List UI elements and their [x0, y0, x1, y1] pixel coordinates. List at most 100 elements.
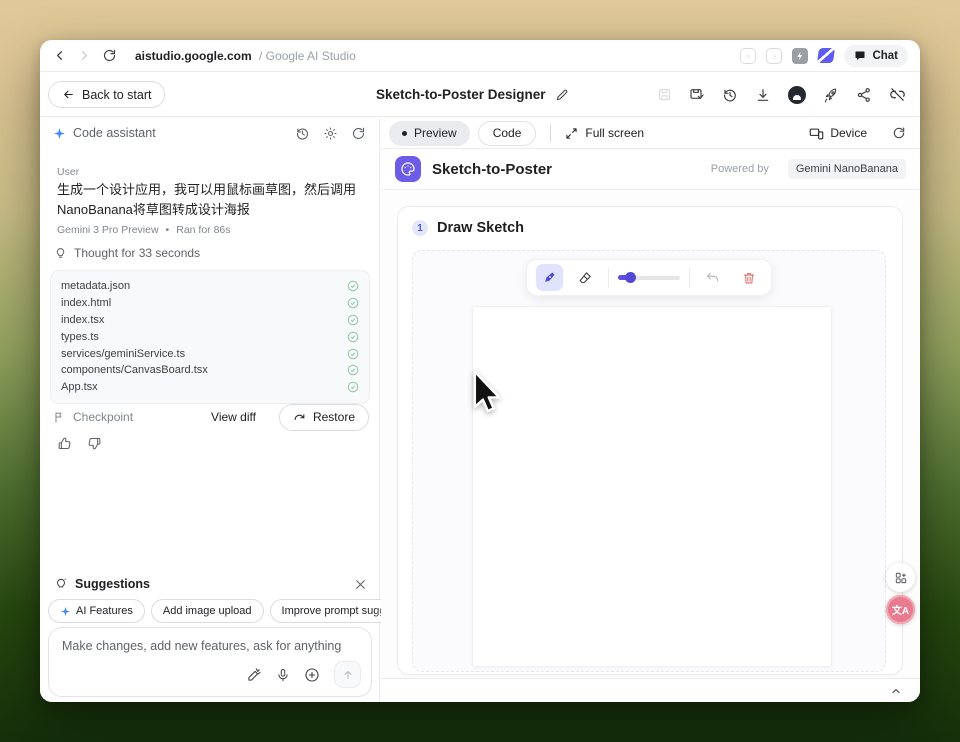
download-icon[interactable]: [755, 87, 771, 103]
tab-preview-label: Preview: [414, 126, 457, 140]
thumb-up-icon[interactable]: [57, 436, 72, 451]
code-assistant-panel: Code assistant User 生成一个设计应用，我可以用鼠标画草图，然…: [40, 118, 380, 702]
powered-by-badge: Gemini NanoBanana: [788, 159, 906, 179]
sparkle-icon: [60, 606, 71, 617]
gemini-extension-icon[interactable]: [817, 48, 835, 63]
file-row[interactable]: types.ts: [61, 328, 359, 345]
reload-icon[interactable]: [102, 48, 117, 63]
lightbulb-icon: [54, 247, 67, 260]
send-arrow-icon: [342, 669, 354, 681]
bolt-extension-icon[interactable]: [792, 48, 808, 64]
apps-grid-floating-button[interactable]: [886, 563, 915, 592]
back-icon[interactable]: [52, 48, 67, 63]
chip-ai-features[interactable]: AI Features: [48, 599, 145, 623]
add-icon[interactable]: [304, 667, 320, 683]
check-icon: [347, 348, 359, 360]
pen-nib-icon: [542, 270, 557, 285]
drawing-toolbar: [526, 259, 772, 296]
preview-refresh-icon[interactable]: [892, 126, 906, 140]
view-diff-button[interactable]: View diff: [211, 410, 256, 424]
console-footer: [381, 678, 920, 702]
file-row[interactable]: index.tsx: [61, 312, 359, 329]
drawing-canvas[interactable]: [472, 306, 832, 667]
thumb-down-icon[interactable]: [87, 436, 102, 451]
thought-summary-toggle[interactable]: Thought for 33 seconds: [54, 246, 200, 260]
file-name: index.tsx: [61, 314, 104, 326]
apps-grid-icon: [894, 571, 908, 585]
panel-history-icon[interactable]: [295, 126, 310, 141]
restore-button[interactable]: Restore: [279, 404, 369, 431]
share-icon[interactable]: [856, 87, 872, 103]
history-icon[interactable]: [722, 87, 738, 103]
device-label: Device: [830, 126, 867, 140]
save-copy-icon[interactable]: [689, 87, 705, 103]
step-title: Draw Sketch: [437, 220, 524, 236]
app-preview-body: 1 Draw Sketch: [381, 190, 920, 678]
brush-size-slider[interactable]: [618, 264, 680, 291]
user-role-label: User: [57, 166, 79, 178]
file-row[interactable]: components/CanvasBoard.tsx: [61, 362, 359, 379]
undo-button[interactable]: [699, 264, 726, 291]
magic-edit-icon[interactable]: [247, 667, 262, 682]
device-selector[interactable]: Device: [809, 126, 867, 141]
file-name: metadata.json: [61, 280, 130, 292]
file-name: index.html: [61, 297, 111, 309]
unlink-icon[interactable]: [889, 86, 906, 103]
collapse-chevron-icon[interactable]: [890, 685, 902, 697]
chat-label: Chat: [872, 50, 898, 62]
full-screen-button[interactable]: Full screen: [565, 126, 644, 140]
extension-icon[interactable]: ›: [740, 48, 756, 64]
pen-tool-button[interactable]: [536, 264, 563, 291]
check-icon: [347, 314, 359, 326]
check-icon: [347, 331, 359, 343]
preview-panel: Preview Code Full screen Device Sketch-: [381, 118, 920, 702]
tab-code[interactable]: Code: [478, 121, 537, 146]
chat-button[interactable]: Chat: [844, 45, 908, 67]
translate-floating-button[interactable]: 文A: [886, 595, 915, 624]
close-suggestions-icon[interactable]: [354, 578, 367, 591]
chip-label: AI Features: [76, 605, 133, 617]
app-title: Sketch-to-Poster: [432, 161, 552, 178]
file-row[interactable]: services/geminiService.ts: [61, 345, 359, 362]
user-message: 生成一个设计应用，我可以用鼠标画草图，然后调用NanoBanana将草图转成设计…: [57, 180, 363, 220]
tab-code-label: Code: [493, 126, 522, 140]
save-icon[interactable]: [657, 87, 672, 102]
forward-icon[interactable]: [77, 48, 92, 63]
chip-label: Add image upload: [163, 605, 252, 617]
eraser-icon: [578, 270, 593, 285]
file-name: services/geminiService.ts: [61, 348, 185, 360]
file-row[interactable]: index.html: [61, 295, 359, 312]
restore-icon: [293, 411, 306, 424]
deploy-rocket-icon[interactable]: [823, 87, 839, 103]
prompt-composer: [48, 627, 372, 697]
back-to-start-button[interactable]: Back to start: [48, 81, 165, 108]
step-number-badge: 1: [412, 220, 428, 236]
panel-refresh-icon[interactable]: [351, 126, 366, 141]
file-row[interactable]: App.tsx: [61, 379, 359, 396]
sparkle-icon: [53, 127, 66, 140]
translate-icon: 文A: [892, 602, 909, 617]
edit-title-icon[interactable]: [555, 88, 569, 102]
mic-icon[interactable]: [276, 668, 290, 682]
address-bar[interactable]: aistudio.google.com / Google AI Studio: [135, 49, 356, 63]
restore-label: Restore: [313, 410, 355, 424]
file-row[interactable]: metadata.json: [61, 278, 359, 295]
clear-canvas-button[interactable]: [735, 264, 762, 291]
project-title: Sketch-to-Poster Designer: [376, 87, 546, 102]
url-domain: aistudio.google.com: [135, 49, 252, 63]
device-icon: [809, 126, 824, 141]
generated-files-card: metadata.json index.html index.tsx types…: [50, 270, 370, 404]
check-icon: [347, 297, 359, 309]
github-icon[interactable]: [788, 86, 806, 104]
checkpoint-flag-icon: [53, 411, 66, 424]
send-button[interactable]: [334, 661, 361, 688]
tab-preview[interactable]: Preview: [389, 121, 470, 146]
settings-gear-icon[interactable]: [323, 126, 338, 141]
chip-add-image-upload[interactable]: Add image upload: [151, 599, 264, 623]
check-icon: [347, 381, 359, 393]
run-duration: Ran for 86s: [176, 224, 230, 236]
model-name: Gemini 3 Pro Preview: [57, 224, 159, 236]
extension-icon[interactable]: ›: [766, 48, 782, 64]
eraser-tool-button[interactable]: [572, 264, 599, 291]
suggestions-icon: [54, 577, 68, 591]
